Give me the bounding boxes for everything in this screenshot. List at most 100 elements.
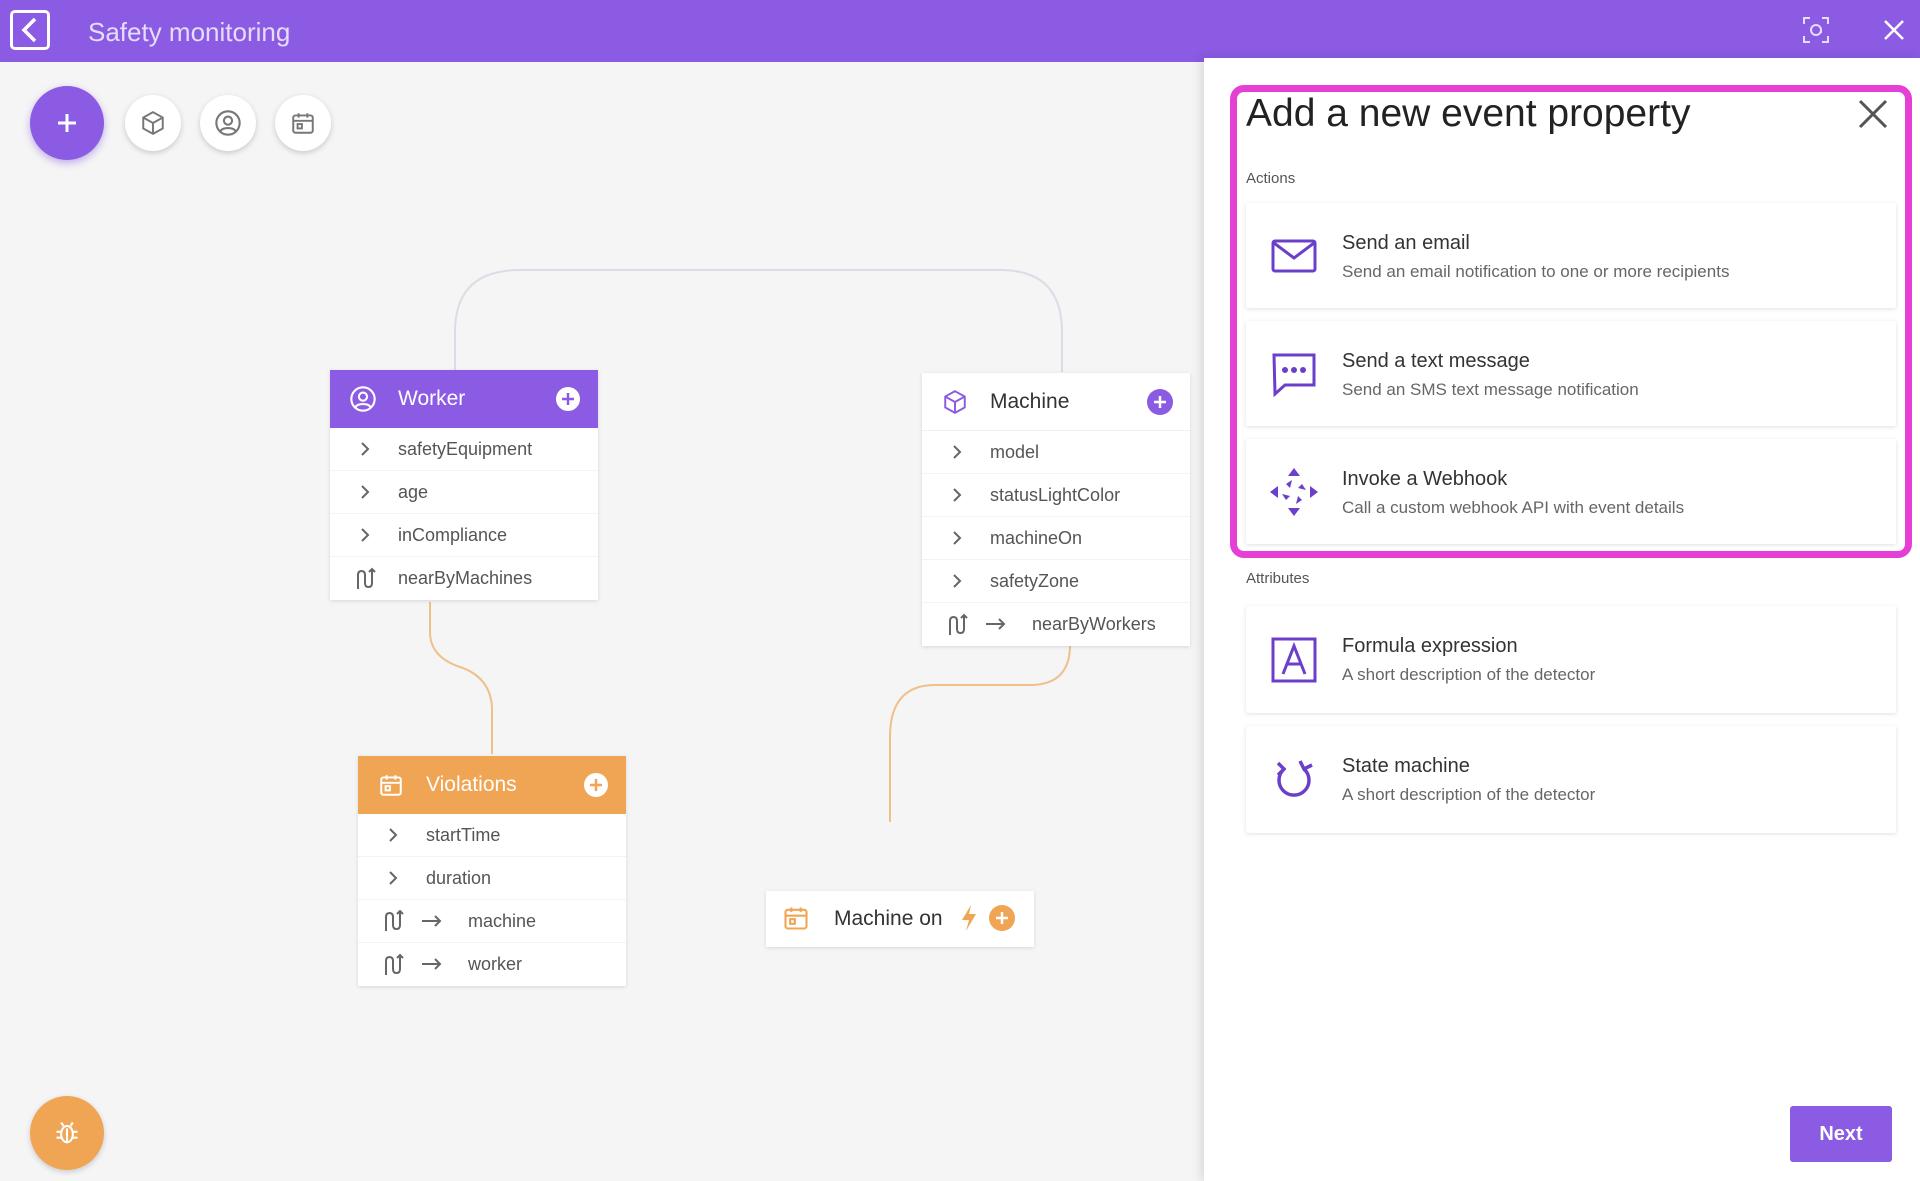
machine-on-title: Machine on xyxy=(834,907,943,930)
invoke-webhook-option[interactable]: Invoke a Webhook Call a custom webhook A… xyxy=(1246,439,1896,544)
chevron-right-icon xyxy=(942,443,972,461)
violations-node-header[interactable]: Violations xyxy=(358,756,626,814)
violations-add-property-icon[interactable] xyxy=(582,771,610,799)
formula-icon xyxy=(1268,634,1320,686)
machine-property-row[interactable]: nearByWorkers xyxy=(922,603,1190,646)
option-description: A short description of the detector xyxy=(1342,665,1596,684)
violations-property-row[interactable]: startTime xyxy=(358,814,626,857)
state-machine-option[interactable]: State machine A short description of the… xyxy=(1246,726,1896,833)
worker-node[interactable]: Worker safetyEquipment age inCompliance … xyxy=(330,370,598,600)
send-email-option[interactable]: Send an email Send an email notification… xyxy=(1246,203,1896,308)
worker-property-row[interactable]: safetyEquipment xyxy=(330,428,598,471)
property-label: duration xyxy=(426,867,492,888)
violations-property-row[interactable]: duration xyxy=(358,857,626,900)
add-node-button[interactable] xyxy=(30,86,104,160)
machine-property-row[interactable]: model xyxy=(922,431,1190,474)
close-panel-icon[interactable] xyxy=(1854,95,1892,133)
top-bar: Safety monitoring xyxy=(0,0,1920,62)
chevron-right-icon xyxy=(378,826,408,844)
attributes-section-label: Attributes xyxy=(1246,570,1310,587)
cycle-icon xyxy=(1268,754,1320,806)
chevron-right-icon xyxy=(350,526,380,544)
property-label: model xyxy=(990,441,1040,462)
violations-property-row[interactable]: machine xyxy=(358,900,626,943)
relationship-icon xyxy=(378,953,408,977)
property-label: statusLightColor xyxy=(990,484,1121,505)
debug-button[interactable] xyxy=(30,1096,104,1170)
worker-property-row[interactable]: nearByMachines xyxy=(330,557,598,600)
diagram-canvas[interactable]: Worker safetyEquipment age inCompliance … xyxy=(0,62,1204,1181)
worker-add-property-icon[interactable] xyxy=(554,385,582,413)
option-description: Call a custom webhook API with event det… xyxy=(1342,498,1685,517)
violations-node[interactable]: Violations startTime duration machine wo… xyxy=(358,756,626,986)
actions-section-label: Actions xyxy=(1246,170,1296,187)
option-description: Send an SMS text message notification xyxy=(1342,380,1639,399)
arrow-right-icon xyxy=(420,913,444,934)
machine-node[interactable]: Machine model statusLightColor machineOn… xyxy=(922,373,1190,646)
panel-title: Add a new event property xyxy=(1246,92,1691,135)
relationship-icon xyxy=(378,909,408,933)
arrow-right-icon xyxy=(420,956,444,977)
property-label: safetyEquipment xyxy=(398,438,533,459)
envelope-icon xyxy=(1268,230,1320,282)
send-text-message-option[interactable]: Send a text message Send an SMS text mes… xyxy=(1246,321,1896,426)
machine-on-add-property-icon[interactable] xyxy=(988,904,1016,937)
violations-node-title: Violations xyxy=(426,773,517,796)
worker-node-header[interactable]: Worker xyxy=(330,370,598,428)
chat-bubble-icon xyxy=(1268,348,1320,400)
worker-property-row[interactable]: age xyxy=(330,471,598,514)
machine-property-row[interactable]: safetyZone xyxy=(922,560,1190,603)
next-button[interactable]: Next xyxy=(1790,1106,1892,1162)
chevron-right-icon xyxy=(350,483,380,501)
violations-property-row[interactable]: worker xyxy=(358,943,626,986)
machine-node-title: Machine xyxy=(990,389,1070,413)
person-circle-icon xyxy=(215,110,241,136)
calendar-icon xyxy=(782,904,810,937)
chevron-right-icon xyxy=(942,572,972,590)
machine-property-row[interactable]: statusLightColor xyxy=(922,474,1190,517)
add-event-property-panel: Add a new event property Actions Send an… xyxy=(1204,58,1920,1181)
formula-expression-option[interactable]: Formula expression A short description o… xyxy=(1246,606,1896,713)
property-label: machineOn xyxy=(990,527,1083,548)
calendar-icon xyxy=(292,113,314,134)
calendar-icon xyxy=(376,770,406,800)
close-app-icon[interactable] xyxy=(1878,14,1910,46)
app-logo-icon[interactable] xyxy=(10,10,50,50)
option-description: A short description of the detector xyxy=(1342,785,1596,804)
machine-add-property-icon[interactable] xyxy=(1146,388,1174,416)
property-label: nearByWorkers xyxy=(1032,614,1156,634)
add-person-button[interactable] xyxy=(200,95,256,151)
arrow-right-icon xyxy=(984,616,1008,637)
option-title: Formula expression xyxy=(1342,635,1518,657)
lightning-icon xyxy=(960,904,978,937)
cube-icon xyxy=(142,111,164,135)
bug-icon xyxy=(56,1121,78,1144)
property-label: safetyZone xyxy=(990,570,1080,591)
property-label: inCompliance xyxy=(398,524,508,545)
worker-property-row[interactable]: inCompliance xyxy=(330,514,598,557)
chevron-right-icon xyxy=(942,486,972,504)
relationship-icon xyxy=(942,613,972,637)
relationship-icon xyxy=(350,567,380,591)
machine-on-event-node[interactable]: Machine on xyxy=(766,891,1034,947)
person-circle-icon xyxy=(348,384,378,414)
worker-node-title: Worker xyxy=(398,387,466,410)
scan-icon[interactable] xyxy=(1800,14,1832,46)
option-title: Invoke a Webhook xyxy=(1342,468,1508,490)
chevron-right-icon xyxy=(350,440,380,458)
option-title: State machine xyxy=(1342,755,1470,777)
add-event-button[interactable] xyxy=(275,95,331,151)
cube-icon xyxy=(940,387,970,417)
property-label: startTime xyxy=(426,824,501,845)
property-label: machine xyxy=(468,910,537,931)
property-label: worker xyxy=(468,954,523,974)
option-title: Send a text message xyxy=(1342,350,1530,372)
property-label: age xyxy=(398,481,429,502)
machine-node-header[interactable]: Machine xyxy=(922,373,1190,431)
option-title: Send an email xyxy=(1342,232,1470,254)
add-entity-button[interactable] xyxy=(125,95,181,151)
machine-property-row[interactable]: machineOn xyxy=(922,517,1190,560)
chevron-right-icon xyxy=(378,869,408,887)
webhook-icon xyxy=(1268,466,1320,518)
property-label: nearByMachines xyxy=(398,568,533,588)
